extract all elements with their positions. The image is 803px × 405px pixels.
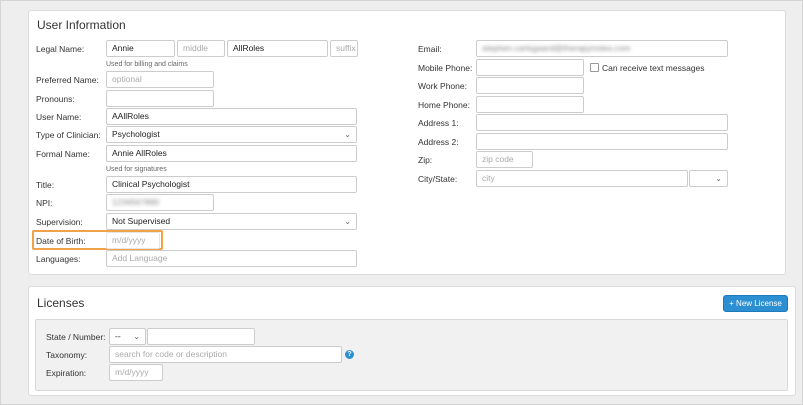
new-license-button[interactable]: + New License (723, 295, 788, 312)
preferred-name-label: Preferred Name: (36, 75, 99, 85)
date-of-birth-label: Date of Birth: (36, 236, 86, 246)
npi-input[interactable]: 1234567890 (106, 194, 214, 211)
type-of-clinician-select[interactable]: Psychologist ⌄ (106, 126, 357, 143)
title-input[interactable]: Clinical Psychologist (106, 176, 357, 193)
work-phone-input[interactable] (476, 77, 584, 94)
help-icon[interactable]: ? (345, 350, 354, 359)
preferred-name-input[interactable]: optional (106, 71, 214, 88)
expiration-label: Expiration: (46, 368, 87, 378)
user-name-input[interactable]: AAllRoles (106, 108, 357, 125)
chevron-down-icon: ⌄ (133, 332, 140, 341)
title-label: Title: (36, 180, 55, 190)
legal-name-label: Legal Name: (36, 44, 85, 54)
formal-name-input[interactable]: Annie AllRoles (106, 145, 357, 162)
home-phone-label: Home Phone: (418, 100, 470, 110)
pronouns-input[interactable] (106, 90, 214, 107)
suffix-input[interactable]: suffix (330, 40, 358, 57)
address2-input[interactable] (476, 133, 728, 150)
last-name-input[interactable]: AllRoles (227, 40, 328, 57)
licenses-title: Licenses (37, 296, 85, 310)
licenses-panel: Licenses + New License State / Number: -… (28, 286, 796, 396)
mobile-phone-input[interactable] (476, 59, 584, 76)
address1-input[interactable] (476, 114, 728, 131)
email-input[interactable]: stephen.carlsgaard@therapynotes.com (476, 40, 728, 57)
formal-name-label: Formal Name: (36, 149, 90, 159)
expiration-input[interactable]: m/d/yyyy (109, 364, 163, 381)
npi-label: NPI: (36, 198, 53, 208)
supervision-select[interactable]: Not Supervised ⌄ (106, 213, 357, 230)
work-phone-label: Work Phone: (418, 81, 467, 91)
user-name-label: User Name: (36, 112, 82, 122)
license-entry: State / Number: -- ⌄ Taxonomy: search for… (35, 319, 788, 391)
zip-input[interactable]: zip code (476, 151, 533, 168)
sms-label: Can receive text messages (602, 63, 705, 73)
home-phone-input[interactable] (476, 96, 584, 113)
state-number-label: State / Number: (46, 332, 106, 342)
user-information-panel: User Information Legal Name: Annie middl… (28, 10, 786, 275)
page-frame: User Information Legal Name: Annie middl… (0, 0, 803, 405)
languages-input[interactable]: Add Language (106, 250, 357, 267)
date-of-birth-input[interactable]: m/d/yyyy (106, 232, 160, 249)
first-name-input[interactable]: Annie (106, 40, 175, 57)
email-label: Email: (418, 44, 442, 54)
type-of-clinician-label: Type of Clinician: (36, 130, 101, 140)
languages-label: Languages: (36, 254, 81, 264)
chevron-down-icon: ⌄ (344, 130, 351, 139)
zip-label: Zip: (418, 155, 433, 165)
address1-label: Address 1: (418, 118, 459, 128)
supervision-label: Supervision: (36, 217, 83, 227)
license-number-input[interactable] (147, 328, 255, 345)
chevron-down-icon: ⌄ (715, 174, 722, 183)
chevron-down-icon: ⌄ (344, 217, 351, 226)
city-state-label: City/State: (418, 174, 458, 184)
state-select[interactable]: ⌄ (689, 170, 728, 187)
taxonomy-label: Taxonomy: (46, 350, 88, 360)
license-state-select[interactable]: -- ⌄ (109, 328, 146, 345)
legal-name-hint: Used for billing and claims (106, 61, 188, 68)
taxonomy-input[interactable]: search for code or description (109, 346, 342, 363)
sms-checkbox[interactable] (590, 63, 599, 72)
mobile-phone-label: Mobile Phone: (418, 63, 473, 73)
middle-name-input[interactable]: middle (177, 40, 225, 57)
user-information-title: User Information (37, 18, 126, 32)
formal-name-hint: Used for signatures (106, 166, 167, 173)
pronouns-label: Pronouns: (36, 94, 75, 104)
city-input[interactable]: city (476, 170, 688, 187)
address2-label: Address 2: (418, 137, 459, 147)
